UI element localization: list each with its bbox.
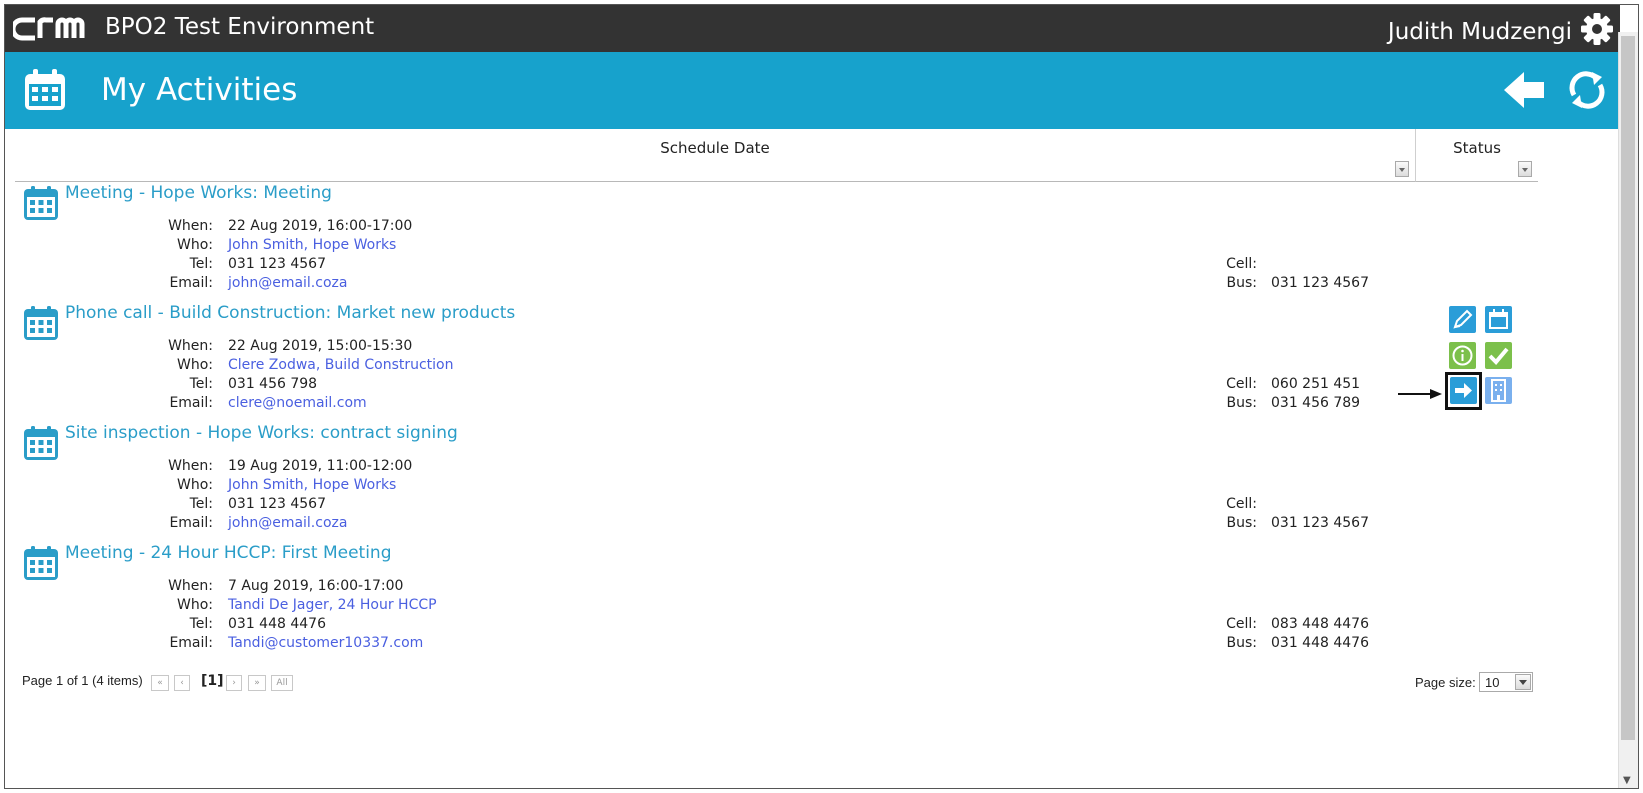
environment-title: BPO2 Test Environment (105, 14, 375, 40)
info-icon[interactable] (1449, 342, 1476, 369)
when-value: 19 Aug 2019, 11:00-12:00 (228, 458, 413, 474)
tel-label: Tel: (189, 616, 213, 632)
bus-value: 031 123 4567 (1271, 275, 1369, 291)
tel-value: 031 123 4567 (228, 496, 326, 512)
company-building-icon[interactable] (1485, 377, 1512, 404)
email-link[interactable]: john@email.coza (228, 275, 347, 291)
when-value: 22 Aug 2019, 16:00-17:00 (228, 218, 413, 234)
calendar-icon (24, 186, 58, 220)
refresh-icon[interactable] (1566, 69, 1608, 111)
page-title: My Activities (101, 72, 298, 108)
email-link[interactable]: clere@noemail.com (228, 395, 367, 411)
tel-label: Tel: (189, 376, 213, 392)
activity-title-link[interactable]: Meeting - 24 Hour HCCP: First Meeting (65, 543, 392, 563)
bus-value: 031 456 789 (1271, 395, 1361, 411)
complete-check-icon[interactable] (1485, 342, 1512, 369)
cell-value: 083 448 4476 (1271, 616, 1369, 632)
who-link[interactable]: John Smith, Hope Works (228, 477, 396, 493)
activity-title-link[interactable]: Meeting - Hope Works: Meeting (65, 183, 332, 203)
tel-value: 031 123 4567 (228, 256, 326, 272)
back-arrow-icon[interactable] (1502, 70, 1546, 110)
who-label: Who: (177, 357, 213, 373)
schedule-date-filter-button[interactable] (1395, 161, 1409, 177)
bus-value: 031 123 4567 (1271, 515, 1369, 531)
who-link[interactable]: John Smith, Hope Works (228, 237, 396, 253)
calendar-icon (24, 546, 58, 580)
email-label: Email: (169, 635, 213, 651)
tel-label: Tel: (189, 496, 213, 512)
bus-label: Bus: (1226, 515, 1258, 531)
activity-title-link[interactable]: Site inspection - Hope Works: contract s… (65, 423, 458, 443)
bus-label: Bus: (1226, 635, 1258, 651)
activity-row: Phone call - Build Construction: Market … (23, 302, 1523, 420)
annotation-arrow-icon (1398, 389, 1442, 399)
when-label: When: (168, 218, 213, 234)
status-filter-button[interactable] (1518, 161, 1532, 177)
email-link[interactable]: Tandi@customer10337.com (228, 635, 423, 651)
activity-row: Meeting - Hope Works: Meeting When: 22 A… (23, 182, 1523, 300)
who-label: Who: (177, 477, 213, 493)
bus-value: 031 448 4476 (1271, 635, 1369, 651)
column-header-label: Schedule Date (660, 139, 770, 157)
top-bar: BPO2 Test Environment Judith Mudzengi (5, 5, 1620, 52)
calendar-icon (25, 69, 65, 110)
column-header-schedule-date[interactable]: Schedule Date (15, 129, 1416, 182)
calendar-icon (24, 306, 58, 340)
calendar-icon (24, 426, 58, 460)
column-header-label: Status (1453, 139, 1501, 157)
email-label: Email: (169, 515, 213, 531)
who-link[interactable]: Clere Zodwa, Build Construction (228, 357, 454, 373)
chevron-down-icon[interactable] (1515, 674, 1531, 690)
next-page-button[interactable]: › (226, 675, 242, 691)
calendar-icon[interactable] (1485, 306, 1512, 333)
activity-row: Site inspection - Hope Works: contract s… (23, 422, 1523, 540)
first-page-button[interactable]: « (151, 675, 169, 691)
who-label: Who: (177, 597, 213, 613)
scrollbar-thumb[interactable] (1621, 36, 1635, 740)
bus-label: Bus: (1226, 275, 1258, 291)
email-label: Email: (169, 275, 213, 291)
column-header-status[interactable]: Status (1416, 129, 1538, 182)
page-size-select[interactable]: 10 (1479, 672, 1533, 692)
forward-icon-highlight (1445, 372, 1482, 410)
all-pages-button[interactable]: All (271, 675, 293, 691)
pager-summary: Page 1 of 1 (4 items) (22, 673, 143, 688)
activity-title-link[interactable]: Phone call - Build Construction: Market … (65, 303, 515, 323)
prev-page-button[interactable]: ‹ (174, 675, 190, 691)
who-link[interactable]: Tandi De Jager, 24 Hour HCCP (228, 597, 437, 613)
email-label: Email: (169, 395, 213, 411)
when-value: 7 Aug 2019, 16:00-17:00 (228, 578, 404, 594)
email-link[interactable]: john@email.coza (228, 515, 347, 531)
who-label: Who: (177, 237, 213, 253)
when-label: When: (168, 578, 213, 594)
gear-icon[interactable] (1580, 12, 1614, 46)
edit-icon[interactable] (1449, 306, 1476, 333)
tel-label: Tel: (189, 256, 213, 272)
page-size-label: Page size: (1415, 675, 1476, 690)
vertical-scrollbar[interactable]: ▼ (1618, 32, 1638, 788)
app-window: BPO2 Test Environment Judith Mudzengi My… (4, 4, 1639, 789)
tel-value: 031 448 4476 (228, 616, 326, 632)
bus-label: Bus: (1226, 395, 1258, 411)
cell-value: 060 251 451 (1271, 376, 1361, 392)
when-label: When: (168, 458, 213, 474)
tel-value: 031 456 798 (228, 376, 318, 392)
activity-row: Meeting - 24 Hour HCCP: First Meeting Wh… (23, 542, 1523, 660)
cell-label: Cell: (1226, 616, 1257, 632)
when-value: 22 Aug 2019, 15:00-15:30 (228, 338, 413, 354)
page-size-value: 10 (1485, 675, 1500, 690)
page-header: My Activities (5, 52, 1620, 129)
cell-label: Cell: (1226, 376, 1257, 392)
crm-logo (13, 17, 85, 41)
when-label: When: (168, 338, 213, 354)
scroll-down-arrow[interactable]: ▼ (1623, 775, 1631, 786)
user-name[interactable]: Judith Mudzengi (1388, 19, 1572, 45)
last-page-button[interactable]: » (248, 675, 266, 691)
cell-label: Cell: (1226, 496, 1257, 512)
current-page[interactable]: [1] (201, 673, 224, 689)
cell-label: Cell: (1226, 256, 1257, 272)
